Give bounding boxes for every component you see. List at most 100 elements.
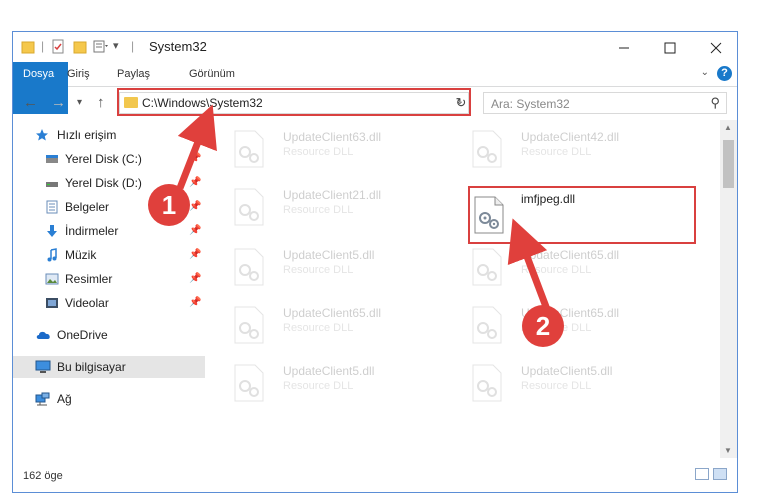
file-name: UpdateClient42.dll xyxy=(521,130,620,144)
close-button[interactable] xyxy=(693,32,737,62)
sidebar-item-this-pc[interactable]: Bu bilgisayar xyxy=(13,356,205,378)
file-name: imfjpeg.dll xyxy=(521,192,576,206)
file-item[interactable]: UpdateClient5.dll Resource DLL xyxy=(226,242,458,294)
file-item[interactable]: UpdateClient5.dll Resource DLL xyxy=(464,358,696,410)
ribbon-tabs: Dosya Giriş Paylaş Görünüm ⌄ ? xyxy=(13,62,737,114)
file-type: Resource DLL xyxy=(283,380,354,392)
sidebar-item-videos[interactable]: Videolar 📌 xyxy=(13,292,205,314)
pin-icon[interactable]: 📌 xyxy=(189,148,201,170)
dll-file-icon xyxy=(234,248,264,286)
dll-file-icon xyxy=(234,364,264,402)
cloud-icon xyxy=(36,331,50,339)
file-item-imfjpeg[interactable]: imfjpeg.dll xyxy=(468,186,696,244)
sidebar-item-label: Resimler xyxy=(65,272,113,286)
address-bar-highlight xyxy=(117,88,471,116)
pin-icon[interactable]: 📌 xyxy=(189,292,201,314)
search-input[interactable]: Ara: System32 ⚲ xyxy=(483,92,727,114)
sidebar-item-quick-access[interactable]: Hızlı erişim xyxy=(13,124,205,146)
separator: | xyxy=(131,39,135,53)
file-type: Resource DLL xyxy=(521,146,592,158)
scroll-down-icon[interactable]: ▼ xyxy=(724,446,732,455)
minimize-icon xyxy=(619,47,629,49)
sidebar-item-onedrive[interactable]: OneDrive xyxy=(13,324,205,346)
scrollbar-thumb[interactable] xyxy=(723,140,734,188)
pin-icon[interactable]: 📌 xyxy=(189,268,201,290)
drive-icon xyxy=(46,182,58,187)
sidebar-item-label: OneDrive xyxy=(57,328,108,342)
item-count: 162 öge xyxy=(23,470,63,482)
back-arrow-icon[interactable]: ← xyxy=(23,94,38,111)
minimize-button[interactable] xyxy=(601,32,647,62)
sidebar-item-label: Yerel Disk (D:) xyxy=(65,176,142,190)
videos-icon xyxy=(46,298,58,308)
sidebar-item-network[interactable]: Ağ xyxy=(13,388,205,410)
tab-home[interactable]: Giriş xyxy=(57,62,100,86)
file-item[interactable]: UpdateClient65.dll Resource DLL xyxy=(226,300,458,352)
sidebar-item-label: İndirmeler xyxy=(65,224,119,238)
file-type: Resource DLL xyxy=(283,322,354,334)
pin-icon[interactable]: 📌 xyxy=(189,220,201,242)
navigation-pane: Hızlı erişim Yerel Disk (C:) 📌 Yerel Dis… xyxy=(13,120,205,458)
scroll-up-icon[interactable]: ▲ xyxy=(724,123,732,132)
large-icons-view-icon[interactable] xyxy=(713,468,727,480)
pictures-icon xyxy=(45,273,59,285)
pin-icon[interactable]: 📌 xyxy=(189,196,201,218)
dll-file-icon xyxy=(472,130,502,168)
step-1-badge: 1 xyxy=(148,184,190,226)
file-item[interactable]: UpdateClient63.dll Resource DLL xyxy=(226,124,458,176)
dll-file-icon xyxy=(474,196,504,234)
maximize-icon xyxy=(664,42,676,54)
sidebar-item-label: Müzik xyxy=(65,248,97,262)
status-bar: 162 öge xyxy=(13,458,737,492)
ribbon-expand-icon[interactable]: ⌄ xyxy=(701,67,709,78)
file-name: UpdateClient5.dll xyxy=(521,364,613,378)
file-item[interactable]: UpdateClient5.dll Resource DLL xyxy=(226,358,458,410)
network-icon xyxy=(35,392,50,406)
star-icon xyxy=(36,129,48,141)
tab-view[interactable]: Görünüm xyxy=(179,62,245,86)
sidebar-item-label: Videolar xyxy=(65,296,109,310)
dll-file-icon xyxy=(472,306,502,344)
drive-icon xyxy=(46,155,58,163)
file-item[interactable]: UpdateClient42.dll Resource DLL xyxy=(464,124,696,176)
tab-share[interactable]: Paylaş xyxy=(107,62,160,86)
sidebar-item-label: Belgeler xyxy=(65,200,110,214)
up-arrow-icon[interactable]: ↑ xyxy=(97,94,105,111)
forward-arrow-icon[interactable]: → xyxy=(51,94,66,111)
maximize-button[interactable] xyxy=(647,32,693,62)
file-item[interactable]: UpdateClient21.dll Resource DLL xyxy=(226,182,458,234)
sidebar-item-local-disk-c[interactable]: Yerel Disk (C:) 📌 xyxy=(13,148,205,170)
file-type: Resource DLL xyxy=(283,146,354,158)
help-icon[interactable]: ? xyxy=(717,66,732,81)
file-item[interactable]: UpdateClient65.dll Resource DLL xyxy=(464,300,696,352)
window-title: System32 xyxy=(149,39,207,54)
sidebar-item-pictures[interactable]: Resimler 📌 xyxy=(13,268,205,290)
dll-file-icon xyxy=(234,130,264,168)
documents-icon xyxy=(46,200,58,214)
sidebar-item-music[interactable]: Müzik 📌 xyxy=(13,244,205,266)
recent-locations-icon[interactable]: ▾ xyxy=(77,97,82,108)
new-folder-icon[interactable] xyxy=(73,39,87,55)
details-view-icon[interactable] xyxy=(695,468,709,480)
music-icon xyxy=(47,248,57,262)
pin-icon[interactable]: 📌 xyxy=(189,172,201,194)
vertical-scrollbar[interactable]: ▲ ▼ xyxy=(720,120,737,458)
dll-file-icon xyxy=(472,248,502,286)
search-icon: ⚲ xyxy=(710,95,720,110)
sidebar-item-label: Yerel Disk (C:) xyxy=(65,152,142,166)
file-name: UpdateClient65.dll xyxy=(283,306,382,320)
search-placeholder: Ara: System32 xyxy=(491,97,570,111)
file-item[interactable]: UpdateClient65.dll Resource DLL xyxy=(464,242,696,294)
title-bar: | ▾ | System32 xyxy=(13,32,737,62)
file-list: UpdateClient63.dll Resource DLL UpdateCl… xyxy=(218,120,720,458)
dll-file-icon xyxy=(234,188,264,226)
properties-icon[interactable] xyxy=(51,39,65,55)
customize-icon[interactable] xyxy=(93,39,109,55)
pin-icon[interactable]: 📌 xyxy=(189,244,201,266)
file-name: UpdateClient65.dll xyxy=(521,248,620,262)
quick-access-dropdown-icon[interactable]: ▾ xyxy=(113,39,119,55)
sidebar-item-label: Hızlı erişim xyxy=(57,128,117,142)
separator: | xyxy=(41,39,45,53)
sidebar-item-label: Bu bilgisayar xyxy=(57,360,126,374)
folder-icon[interactable] xyxy=(21,39,35,55)
